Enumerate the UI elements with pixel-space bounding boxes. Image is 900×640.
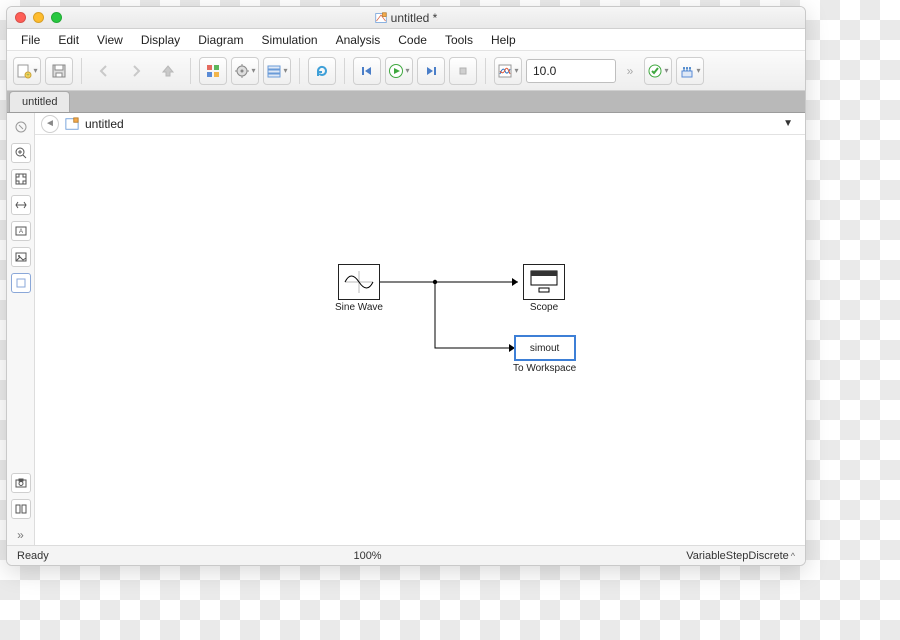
toolbar-separator — [81, 58, 82, 84]
svg-text:A: A — [18, 229, 22, 235]
zoom-level[interactable]: 100% — [57, 550, 678, 562]
block-scope[interactable]: Scope — [523, 264, 565, 313]
step-back-button[interactable] — [353, 57, 381, 85]
tabstrip: untitled — [7, 91, 805, 113]
menu-code[interactable]: Code — [390, 31, 435, 49]
library-browser-button[interactable] — [199, 57, 227, 85]
step-forward-button[interactable] — [417, 57, 445, 85]
menu-edit[interactable]: Edit — [50, 31, 87, 49]
save-button[interactable] — [45, 57, 73, 85]
menu-analysis[interactable]: Analysis — [328, 31, 389, 49]
status-text: Ready — [17, 550, 49, 562]
menu-help[interactable]: Help — [483, 31, 524, 49]
statusbar: Ready 100% VariableStepDiscrete ^ — [7, 545, 805, 565]
update-diagram-button[interactable] — [308, 57, 336, 85]
hide-browser-button[interactable] — [11, 117, 31, 137]
toolbar: + ▾ ▾ — [7, 51, 805, 91]
minimize-window-button[interactable] — [33, 12, 44, 23]
menubar: File Edit View Display Diagram Simulatio… — [7, 29, 805, 51]
titlebar: untitled * — [7, 7, 805, 29]
toolbar-separator — [485, 58, 486, 84]
image-tool-button[interactable] — [11, 247, 31, 267]
svg-text:+: + — [27, 73, 31, 79]
menu-simulation[interactable]: Simulation — [254, 31, 326, 49]
sample-time-legend-button[interactable] — [11, 195, 31, 215]
scope-icon — [527, 268, 561, 296]
forward-button[interactable] — [122, 57, 150, 85]
build-button[interactable]: ▾ — [676, 57, 704, 85]
editor-body: A » ◄ untitled ▼ — [7, 113, 805, 545]
breadcrumb-model-name[interactable]: untitled — [85, 117, 124, 131]
new-model-button[interactable]: + ▾ — [13, 57, 41, 85]
stop-time-input[interactable]: 10.0 — [526, 59, 616, 83]
menu-display[interactable]: Display — [133, 31, 188, 49]
breadcrumb-dropdown[interactable]: ▼ — [783, 118, 799, 129]
model-advisor-check-button[interactable]: ▾ — [644, 57, 672, 85]
breadcrumb-bar: ◄ untitled ▼ — [35, 113, 805, 135]
block-to-workspace-var: simout — [530, 343, 559, 354]
toolbar-separator — [344, 58, 345, 84]
left-palette: A » — [7, 113, 35, 545]
toolbar-separator — [299, 58, 300, 84]
simulink-doc-icon — [375, 12, 387, 24]
model-wires — [35, 135, 805, 545]
main-area: ◄ untitled ▼ — [35, 113, 805, 545]
zoom-tool-button[interactable] — [11, 143, 31, 163]
app-window: untitled * File Edit View Display Diagra… — [6, 6, 806, 566]
model-configuration-button[interactable]: ▾ — [231, 57, 259, 85]
solver-text[interactable]: VariableStepDiscrete — [686, 550, 789, 562]
solver-caret-icon: ^ — [791, 551, 795, 561]
back-button[interactable] — [90, 57, 118, 85]
model-explorer-button[interactable]: ▾ — [263, 57, 291, 85]
up-button[interactable] — [154, 57, 182, 85]
screenshot-tool-button[interactable] — [11, 473, 31, 493]
area-tool-button[interactable] — [11, 273, 31, 293]
tab-untitled[interactable]: untitled — [9, 91, 70, 112]
menu-tools[interactable]: Tools — [437, 31, 481, 49]
window-title: untitled * — [391, 11, 438, 25]
menu-diagram[interactable]: Diagram — [190, 31, 251, 49]
block-sine-wave[interactable]: Sine Wave — [335, 264, 383, 313]
sine-wave-icon — [342, 268, 376, 296]
palette-expand-button[interactable]: » — [11, 525, 31, 545]
block-sine-wave-label: Sine Wave — [335, 302, 383, 313]
stop-time-value: 10.0 — [533, 64, 556, 78]
window-controls — [15, 12, 62, 23]
zoom-window-button[interactable] — [51, 12, 62, 23]
run-button[interactable]: ▾ — [385, 57, 413, 85]
fast-restart-more-button[interactable]: » — [620, 57, 640, 85]
annotation-tool-button[interactable]: A — [11, 221, 31, 241]
data-inspector-button[interactable]: ▾ — [494, 57, 522, 85]
model-icon — [65, 117, 79, 131]
menu-file[interactable]: File — [13, 31, 48, 49]
menu-view[interactable]: View — [89, 31, 131, 49]
close-window-button[interactable] — [15, 12, 26, 23]
stop-button[interactable] — [449, 57, 477, 85]
breadcrumb-back-button[interactable]: ◄ — [41, 115, 59, 133]
block-to-workspace-label: To Workspace — [513, 363, 576, 374]
block-scope-label: Scope — [523, 302, 565, 313]
viewmarks-button[interactable] — [11, 499, 31, 519]
toolbar-separator — [190, 58, 191, 84]
model-canvas[interactable]: Sine Wave Scope — [35, 135, 805, 545]
fit-to-view-button[interactable] — [11, 169, 31, 189]
block-to-workspace[interactable]: simout To Workspace — [513, 335, 576, 374]
